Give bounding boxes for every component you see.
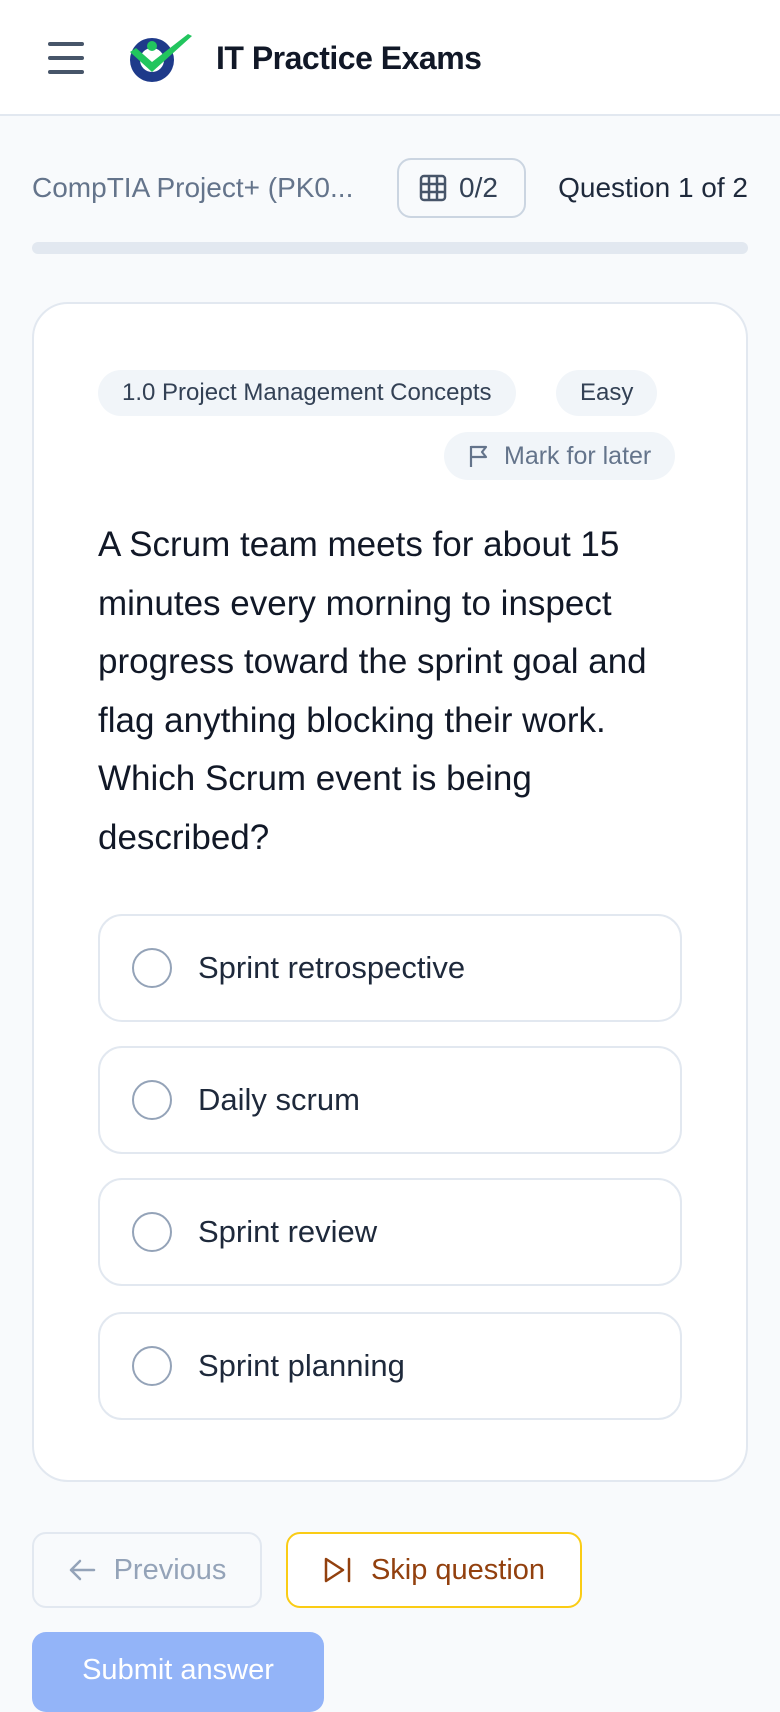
option-label: Sprint retrospective (198, 950, 466, 985)
question-grid-button[interactable]: 0/2 (397, 158, 526, 218)
arrow-left-icon (69, 1559, 95, 1581)
radio-button[interactable] (132, 1080, 172, 1120)
answer-option[interactable]: Daily scrum (98, 1046, 682, 1154)
submit-answer-label: Submit answer (82, 1654, 274, 1686)
app-title: IT Practice Exams (216, 40, 482, 76)
radio-button[interactable] (132, 1346, 172, 1386)
submit-answer-button[interactable]: Submit answer (32, 1632, 324, 1712)
domain-tag: 1.0 Project Management Concepts (98, 370, 516, 416)
question-card: 1.0 Project Management Concepts Easy Mar… (32, 302, 748, 1482)
mark-for-later-button[interactable]: Mark for later (444, 432, 676, 480)
grid-icon (419, 174, 447, 202)
skip-question-button[interactable]: Skip question (286, 1532, 582, 1608)
answer-option[interactable]: Sprint retrospective (98, 914, 682, 1022)
exam-name: CompTIA Project+ (PK0... (32, 172, 354, 203)
progress-bar (32, 242, 748, 254)
app-logo[interactable] (122, 30, 194, 86)
option-label: Daily scrum (198, 1082, 360, 1117)
answered-counter: 0/2 (459, 172, 498, 203)
difficulty-tag: Easy (556, 370, 658, 416)
answer-option[interactable]: Sprint review (98, 1178, 682, 1286)
option-label: Sprint review (198, 1214, 378, 1249)
radio-button[interactable] (132, 1212, 172, 1252)
option-label: Sprint planning (198, 1348, 405, 1383)
radio-button[interactable] (132, 948, 172, 988)
question-text: A Scrum team meets for about 15 minutes … (98, 525, 647, 857)
answer-option[interactable]: Sprint planning (98, 1312, 682, 1420)
skip-question-label: Skip question (370, 1553, 546, 1586)
question-position: Question 1 of 2 (558, 172, 748, 203)
flag-icon (469, 445, 488, 467)
previous-button[interactable]: Previous (32, 1532, 262, 1608)
previous-label: Previous (113, 1553, 227, 1586)
top-bar: IT Practice Exams (0, 0, 780, 116)
skip-forward-icon (324, 1557, 351, 1583)
mark-for-later-label: Mark for later (504, 441, 652, 470)
hamburger-menu-icon[interactable] (44, 38, 88, 78)
